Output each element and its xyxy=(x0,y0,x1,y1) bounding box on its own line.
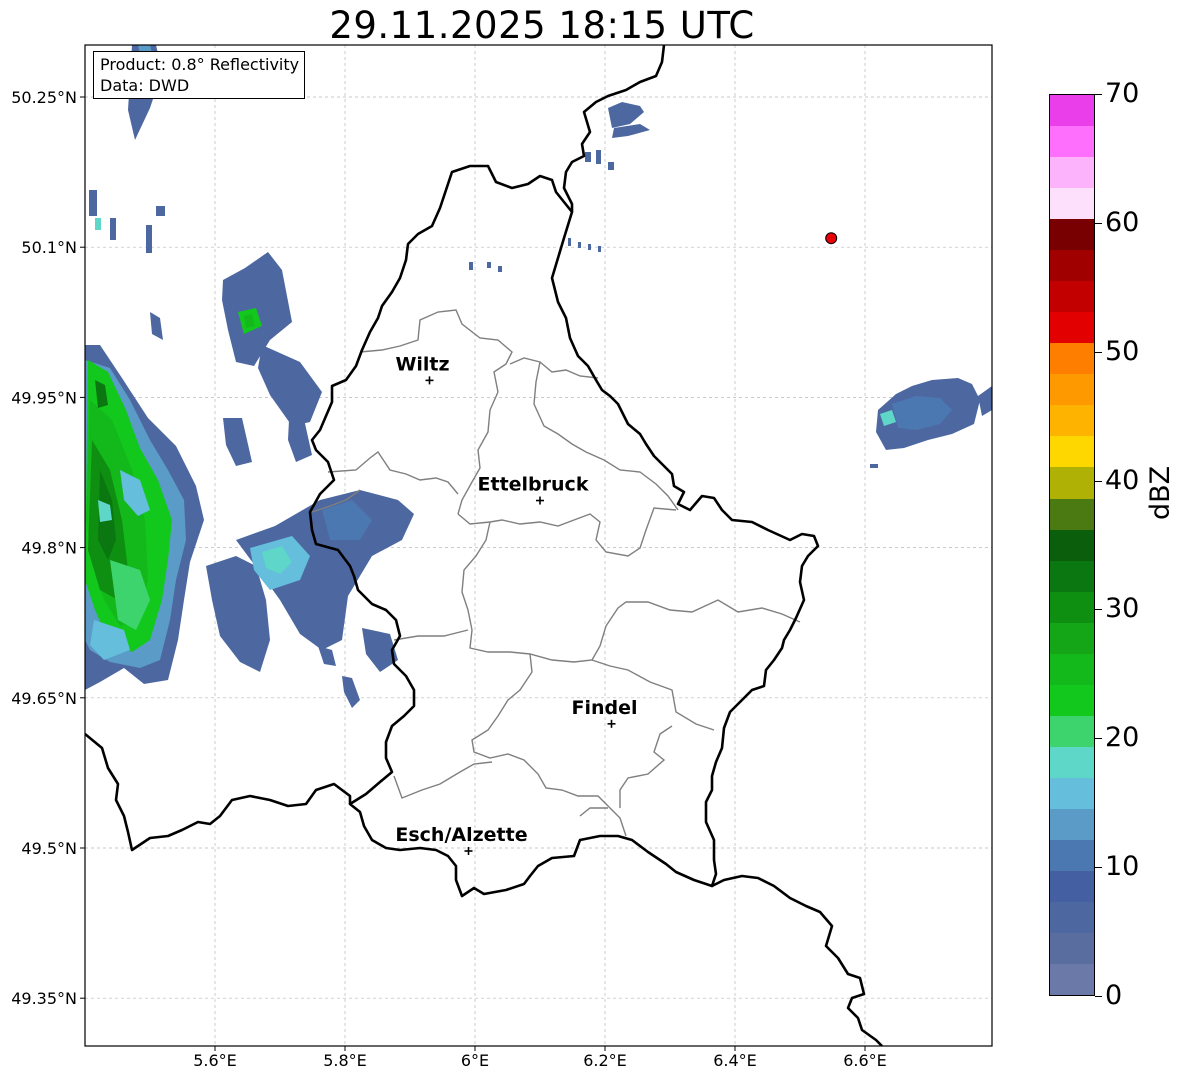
colorbar-bin xyxy=(1050,653,1094,685)
germany-france-border xyxy=(711,874,883,1046)
map-frame xyxy=(84,44,993,1047)
city-esch-alzette[interactable]: Esch/Alzette xyxy=(395,824,528,856)
lon-label: 5.6°E xyxy=(193,1051,237,1070)
colorbar-bin xyxy=(1050,312,1094,344)
data-source-label: Data: DWD xyxy=(100,76,190,95)
colorbar-bin xyxy=(1050,467,1094,499)
city-label: Ettelbruck xyxy=(478,474,589,496)
city-findel[interactable]: Findel xyxy=(571,697,638,728)
colorbar-bin xyxy=(1050,622,1094,654)
colorbar-bin xyxy=(1050,157,1094,189)
colorbar-bin xyxy=(1050,95,1094,127)
colorbar-bin xyxy=(1050,870,1094,902)
colorbar-tick xyxy=(1095,94,1102,95)
lon-label: 5.8°E xyxy=(323,1051,367,1070)
graticule xyxy=(85,45,992,1046)
colorbar-tick xyxy=(1095,609,1102,611)
city-label: Findel xyxy=(571,697,637,719)
latitude-labels: 50.25°N 50.1°N 49.95°N 49.8°N 49.65°N 49.5°N 4… xyxy=(11,88,85,1008)
belgium-france-border xyxy=(85,732,352,852)
colorbar-tick-label: 40 xyxy=(1105,464,1140,496)
colorbar-tick-label: 50 xyxy=(1105,335,1140,367)
colorbar-bin xyxy=(1050,963,1094,995)
lon-label: 6.6°E xyxy=(843,1051,887,1070)
colorbar-bin xyxy=(1050,529,1094,561)
colorbar-bin xyxy=(1050,839,1094,871)
colorbar-unit-label: dBZ xyxy=(1145,465,1176,520)
lon-label: 6°E xyxy=(461,1051,489,1070)
colorbar-bin xyxy=(1050,901,1094,933)
colorbar-bin xyxy=(1050,498,1094,530)
colorbar-tick xyxy=(1095,738,1102,740)
city-markers: Wiltz Ettelbruck Findel Esch/Alzette xyxy=(395,353,638,856)
radar-echoes xyxy=(85,45,992,708)
colorbar-bin xyxy=(1050,219,1094,251)
echo-cell-east xyxy=(870,378,992,468)
city-label: Wiltz xyxy=(395,353,449,375)
radar-map[interactable]: Wiltz Ettelbruck Findel Esch/Alzette 50.25°… xyxy=(0,0,1184,1081)
colorbar-tick-label: 10 xyxy=(1105,851,1140,883)
colorbar-bin xyxy=(1050,932,1094,964)
colorbar-tick xyxy=(1095,996,1102,997)
colorbar-bin xyxy=(1050,405,1094,437)
colorbar-bin xyxy=(1050,436,1094,468)
colorbar-tick-label: 20 xyxy=(1105,722,1140,754)
colorbar-tick xyxy=(1095,222,1102,224)
colorbar-tick xyxy=(1095,480,1102,482)
echo-band-west-north xyxy=(150,252,322,466)
longitude-labels: 5.6°E 5.8°E 6°E 6.2°E 6.4°E 6.6°E xyxy=(193,1046,887,1070)
product-info-box: Product: 0.8° Reflectivity Data: DWD xyxy=(93,51,306,99)
echo-band-west xyxy=(85,345,204,690)
colorbar-bin xyxy=(1050,560,1094,592)
national-borders xyxy=(85,45,883,1046)
colorbar-bin xyxy=(1050,250,1094,282)
colorbar-bin xyxy=(1050,374,1094,406)
lat-label: 50.1°N xyxy=(21,238,77,257)
colorbar-bin xyxy=(1050,591,1094,623)
lat-label: 49.35°N xyxy=(11,989,77,1008)
colorbar-bin xyxy=(1050,126,1094,158)
colorbar xyxy=(1049,94,1095,996)
city-ettelbruck[interactable]: Ettelbruck xyxy=(478,474,589,505)
lon-label: 6.2°E xyxy=(583,1051,627,1070)
lat-label: 50.25°N xyxy=(11,88,77,107)
radar-site-marker[interactable] xyxy=(825,232,838,245)
lat-label: 49.65°N xyxy=(11,689,77,708)
colorbar-tick-label: 70 xyxy=(1105,78,1140,109)
lat-label: 49.5°N xyxy=(21,839,77,858)
lat-label: 49.95°N xyxy=(11,388,77,407)
echo-cells-northeast xyxy=(469,102,650,272)
colorbar-tick xyxy=(1095,351,1102,353)
city-wiltz[interactable]: Wiltz xyxy=(395,353,450,385)
colorbar-tick-label: 60 xyxy=(1105,206,1140,238)
colorbar-bin xyxy=(1050,808,1094,840)
colorbar-bin xyxy=(1050,281,1094,313)
colorbar-bin xyxy=(1050,188,1094,220)
colorbar-bin xyxy=(1050,746,1094,778)
colorbar-bin xyxy=(1050,715,1094,747)
colorbar-tick-label: 0 xyxy=(1105,980,1123,1011)
colorbar-tick xyxy=(1095,867,1102,869)
colorbar-bin xyxy=(1050,343,1094,375)
lat-label: 49.8°N xyxy=(21,539,77,558)
colorbar-bin xyxy=(1050,684,1094,716)
lon-label: 6.4°E xyxy=(713,1051,757,1070)
colorbar-tick-label: 30 xyxy=(1105,593,1140,625)
city-label: Esch/Alzette xyxy=(395,824,527,846)
colorbar-bin xyxy=(1050,777,1094,809)
product-label: Product: 0.8° Reflectivity xyxy=(100,55,300,74)
